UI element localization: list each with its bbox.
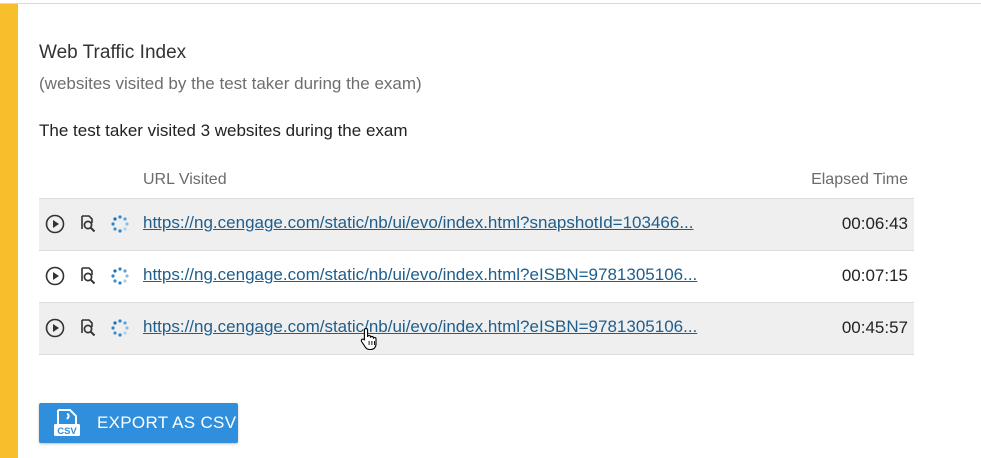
section-subtitle: (websites visited by the test taker duri…: [39, 74, 422, 93]
section-title: Web Traffic Index: [39, 42, 187, 63]
table-row: https://ng.cengage.com/static/nb/ui/evo/…: [39, 251, 914, 303]
play-icon[interactable]: [44, 317, 66, 339]
loading-spinner-icon: [109, 317, 131, 339]
elapsed-time: 00:06:43: [841, 214, 908, 233]
export-csv-label: EXPORT AS CSV: [97, 413, 237, 432]
visited-url-link[interactable]: https://ng.cengage.com/static/nb/ui/evo/…: [143, 317, 763, 337]
table-row: https://ng.cengage.com/static/nb/ui/evo/…: [39, 199, 914, 251]
svg-text:CSV: CSV: [57, 426, 77, 437]
table-row: https://ng.cengage.com/static/nb/ui/evo/…: [39, 303, 914, 355]
accent-bar: [0, 4, 18, 458]
zoom-icon[interactable]: [77, 213, 99, 235]
zoom-icon[interactable]: [77, 265, 99, 287]
visited-url-link[interactable]: https://ng.cengage.com/static/nb/ui/evo/…: [143, 265, 763, 285]
elapsed-time: 00:45:57: [841, 318, 908, 337]
column-header-url: URL Visited: [143, 171, 227, 188]
loading-spinner-icon: [109, 265, 131, 287]
top-divider: [0, 3, 981, 4]
csv-file-icon: CSV: [53, 409, 81, 442]
zoom-icon[interactable]: [77, 317, 99, 339]
loading-spinner-icon: [109, 213, 131, 235]
hand-pointer-cursor: [360, 327, 378, 356]
visit-summary: The test taker visited 3 websites during…: [39, 121, 408, 140]
table-header: URL Visited Elapsed Time: [39, 166, 914, 199]
visited-url-link[interactable]: https://ng.cengage.com/static/nb/ui/evo/…: [143, 213, 763, 233]
web-traffic-table: URL Visited Elapsed Time https://ng.ceng…: [39, 166, 914, 355]
play-icon[interactable]: [44, 265, 66, 287]
play-icon[interactable]: [44, 213, 66, 235]
export-csv-button[interactable]: CSV EXPORT AS CSV: [39, 403, 238, 443]
column-header-elapsed: Elapsed Time: [811, 171, 908, 188]
elapsed-time: 00:07:15: [841, 266, 908, 285]
